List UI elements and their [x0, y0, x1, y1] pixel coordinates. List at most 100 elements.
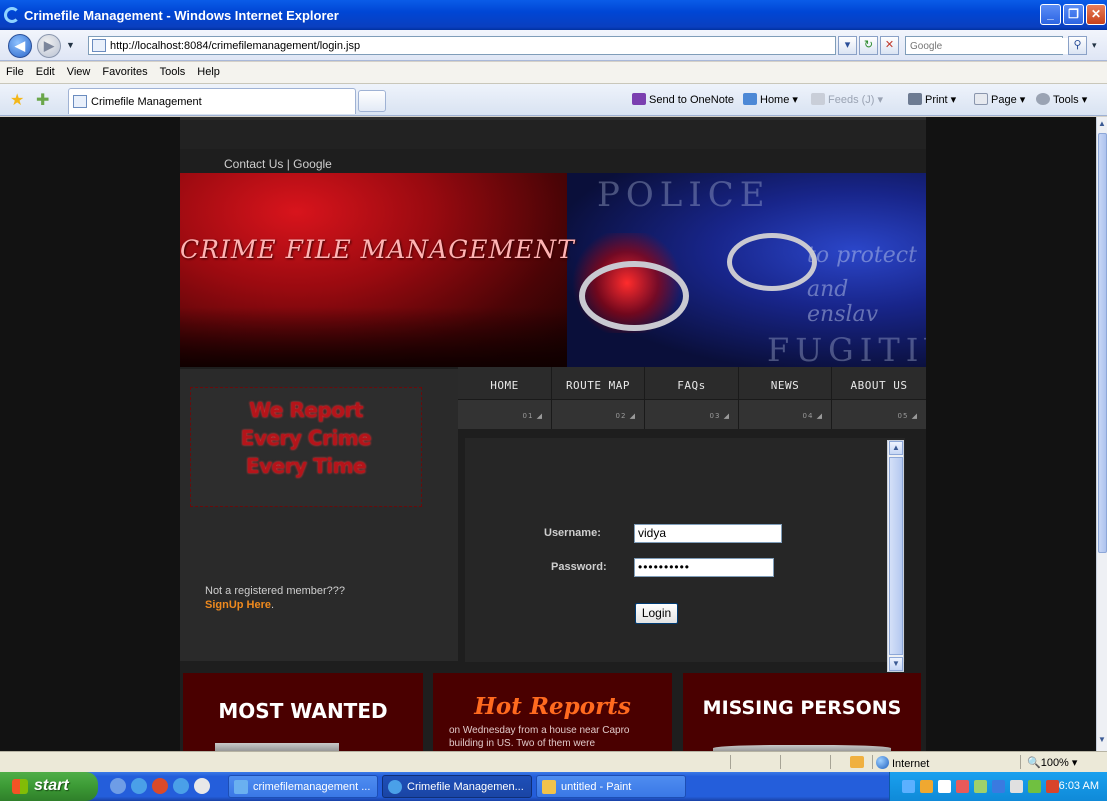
search-box[interactable]: [905, 36, 1070, 55]
nav-faqs[interactable]: FAQs 03 ◢: [645, 367, 739, 429]
menu-file[interactable]: File: [0, 62, 30, 82]
new-tab-button[interactable]: [358, 90, 386, 112]
menu-edit[interactable]: Edit: [30, 62, 61, 82]
password-input[interactable]: ••••••••••: [634, 558, 774, 577]
most-wanted-box[interactable]: MOST WANTED: [183, 673, 423, 751]
start-button[interactable]: start: [0, 772, 98, 801]
task-paint[interactable]: untitled - Paint: [536, 775, 686, 798]
banner-script-enslave: and enslav: [807, 277, 879, 327]
menu-view[interactable]: View: [61, 62, 97, 82]
most-wanted-title: MOST WANTED: [218, 699, 388, 723]
task-crimefilemanagement[interactable]: crimefilemanagement ...: [228, 775, 378, 798]
forward-button[interactable]: ▶: [37, 34, 61, 58]
home-button[interactable]: Home ▾: [743, 93, 798, 106]
username-input[interactable]: vidya: [634, 524, 782, 543]
signup-link[interactable]: SignUp Here: [205, 599, 271, 611]
tab-page-icon: [73, 95, 87, 108]
windows-flag-icon: [12, 779, 28, 794]
scroll-up-icon[interactable]: ▲: [1097, 119, 1107, 133]
page-icon: [974, 93, 988, 105]
page-scroll-thumb[interactable]: [1098, 133, 1107, 553]
scroll-thumb[interactable]: [889, 457, 903, 655]
quicklaunch-icon[interactable]: [194, 778, 210, 794]
hot-reports-box[interactable]: Hot Reports on Wednesday from a house ne…: [433, 673, 672, 751]
scroll-up-icon[interactable]: ▲: [889, 441, 903, 455]
nav-home[interactable]: HOME 01 ◢: [458, 367, 552, 429]
scroll-down-icon[interactable]: ▼: [889, 657, 903, 671]
quicklaunch-ie-icon[interactable]: [173, 778, 189, 794]
gear-icon: [1036, 93, 1050, 105]
slogan-image: We Report Every Crime Every Time: [190, 387, 422, 507]
search-button[interactable]: ⚲: [1068, 36, 1087, 55]
search-input[interactable]: [910, 38, 1070, 54]
send-to-onenote-button[interactable]: Send to OneNote: [632, 93, 734, 106]
nav-news[interactable]: NEWS 04 ◢: [739, 367, 832, 429]
clock[interactable]: 6:03 AM: [1059, 780, 1099, 792]
recent-pages-dropdown-icon[interactable]: ▼: [66, 40, 75, 50]
feeds-icon: [811, 93, 825, 105]
hot-reports-title: Hot Reports: [474, 693, 631, 720]
login-frame: Username: vidya Password: •••••••••• Log…: [465, 438, 905, 672]
address-field[interactable]: http://localhost:8084/crimefilemanagemen…: [88, 36, 836, 55]
tools-menu-button[interactable]: Tools ▾: [1036, 93, 1087, 106]
title-bar: Crimefile Management - Windows Internet …: [0, 0, 1107, 30]
tab-crimefile-management[interactable]: Crimefile Management: [68, 88, 356, 114]
quicklaunch-icon[interactable]: [110, 778, 126, 794]
status-bar: Internet 🔍100% ▾: [0, 751, 1107, 772]
home-icon: [743, 93, 757, 105]
left-column: We Report Every Crime Every Time Not a r…: [180, 369, 458, 661]
frame-scrollbar[interactable]: ▲ ▼: [887, 440, 904, 672]
slogan-line: We Report: [249, 398, 363, 422]
back-button[interactable]: ◀: [8, 34, 32, 58]
zoom-level[interactable]: 🔍100% ▾: [1027, 756, 1077, 769]
menu-tools[interactable]: Tools: [154, 62, 192, 82]
onenote-icon: [632, 93, 646, 105]
missing-persons-title: MISSING PERSONS: [702, 697, 902, 719]
nav-about-us[interactable]: ABOUT US 05 ◢: [832, 367, 926, 429]
not-registered-text: Not a registered member???: [205, 585, 346, 597]
volume-icon[interactable]: [1010, 780, 1023, 793]
menu-favorites[interactable]: Favorites: [96, 62, 153, 82]
top-links[interactable]: Contact Us | Google: [224, 157, 332, 171]
tray-icon[interactable]: [1028, 780, 1041, 793]
handcuff-icon: [579, 261, 689, 331]
task-crimefile-management-ie[interactable]: Crimefile Managemen...: [382, 775, 532, 798]
add-favorites-icon[interactable]: ✚: [36, 90, 49, 110]
feeds-button[interactable]: Feeds (J) ▾: [811, 93, 883, 106]
tray-icon[interactable]: [920, 780, 933, 793]
tray-icon[interactable]: [938, 780, 951, 793]
tray-icon[interactable]: [1046, 780, 1059, 793]
missing-persons-box[interactable]: MISSING PERSONS: [683, 673, 921, 751]
tray-icon[interactable]: [956, 780, 969, 793]
stop-button[interactable]: ✕: [880, 36, 899, 55]
site-page: Contact Us | Google POLICE FUGITIVE to p…: [180, 117, 926, 751]
login-button[interactable]: Login: [635, 603, 678, 624]
tray-icon[interactable]: [992, 780, 1005, 793]
page-menu-button[interactable]: Page ▾: [974, 93, 1025, 106]
tray-icon[interactable]: [974, 780, 987, 793]
menu-help[interactable]: Help: [191, 62, 226, 82]
url-text: http://localhost:8084/crimefilemanagemen…: [110, 40, 361, 52]
browser-viewport: Contact Us | Google POLICE FUGITIVE to p…: [0, 117, 1096, 751]
minimize-button[interactable]: _: [1040, 4, 1061, 25]
quicklaunch-icon[interactable]: [152, 778, 168, 794]
maximize-button[interactable]: ❐: [1063, 4, 1084, 25]
window-title: Crimefile Management - Windows Internet …: [24, 8, 339, 23]
address-toolbar: ◀ ▶ ▼ http://localhost:8084/crimefileman…: [0, 30, 1107, 61]
banner-script-protect: to protect: [807, 243, 917, 268]
quicklaunch-ie-icon[interactable]: [131, 778, 147, 794]
address-dropdown-button[interactable]: ▾: [838, 36, 857, 55]
refresh-button[interactable]: ↻: [859, 36, 878, 55]
tray-icon[interactable]: [902, 780, 915, 793]
nav-route-map[interactable]: ROUTE MAP 02 ◢: [552, 367, 645, 429]
favorites-star-icon[interactable]: ★: [10, 90, 24, 110]
security-zone[interactable]: Internet: [876, 756, 929, 770]
page-scrollbar[interactable]: ▲ ▼: [1096, 117, 1107, 751]
hot-reports-text: on Wednesday from a house near Capro bui…: [449, 725, 630, 749]
scroll-down-icon[interactable]: ▼: [1097, 735, 1107, 749]
close-button[interactable]: ✕: [1086, 4, 1106, 25]
taskbar: start crimefilemanagement ... Crimefile …: [0, 772, 1107, 801]
print-button[interactable]: Print ▾: [908, 93, 956, 106]
banner-word-police: POLICE: [597, 175, 771, 215]
search-options-icon[interactable]: ▾: [1092, 40, 1097, 51]
